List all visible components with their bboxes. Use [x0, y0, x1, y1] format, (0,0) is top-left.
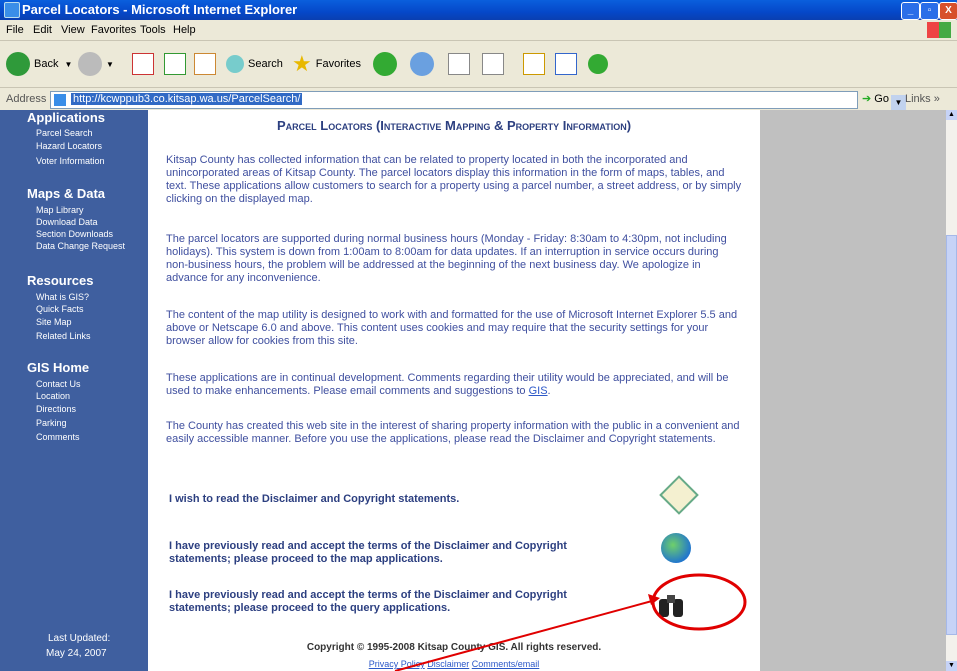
history-button[interactable] [373, 49, 397, 79]
sidebar-heading-gis-home: GIS Home [27, 360, 90, 375]
sidebar-item-directions[interactable]: Directions [36, 404, 76, 414]
messenger-icon [588, 54, 608, 74]
address-dropdown[interactable]: ▼ [891, 95, 906, 111]
sidebar-item-contact-us[interactable]: Contact Us [36, 379, 81, 389]
menu-favorites[interactable]: Favorites [91, 24, 136, 36]
go-button[interactable]: ➔ Go [862, 92, 889, 105]
window-title: Parcel Locators - Microsoft Internet Exp… [22, 2, 298, 17]
home-button[interactable] [194, 49, 216, 79]
address-bar: Address http://kcwppub3.co.kitsap.wa.us/… [0, 88, 957, 111]
sidebar-item-map-library[interactable]: Map Library [36, 205, 84, 215]
right-margin-panel [760, 110, 946, 671]
privacy-policy-link[interactable]: Privacy Policy [369, 659, 425, 669]
favorites-button[interactable]: ★ Favorites [292, 49, 361, 79]
messenger-button[interactable] [588, 49, 608, 79]
binoculars-icon[interactable] [659, 591, 683, 619]
sidebar-item-what-is-gis[interactable]: What is GIS? [36, 292, 89, 302]
forward-button[interactable]: ▼ [78, 49, 114, 79]
sidebar-item-comments[interactable]: Comments [36, 432, 80, 442]
last-updated-date: May 24, 2007 [46, 648, 107, 659]
copyright-text: Copyright © 1995-2008 Kitsap County GIS.… [306, 642, 602, 653]
ie-icon [4, 2, 20, 18]
gis-email-link[interactable]: GIS [529, 385, 548, 397]
proceed-query-applications-link[interactable]: I have previously read and accept the te… [169, 589, 619, 615]
mail-button[interactable] [410, 49, 434, 79]
support-hours-paragraph: The parcel locators are supported during… [166, 233, 727, 284]
window-title-bar[interactable]: Parcel Locators - Microsoft Internet Exp… [0, 0, 957, 20]
close-button[interactable]: X [939, 2, 957, 20]
links-button[interactable]: Links » [905, 93, 940, 105]
browser-requirements-paragraph: The content of the map utility is design… [166, 309, 738, 347]
stop-icon [132, 53, 154, 75]
sidebar-item-site-map[interactable]: Site Map [36, 317, 72, 327]
sidebar-item-download-data[interactable]: Download Data [36, 217, 98, 227]
menu-bar: File Edit View Favorites Tools Help [0, 20, 957, 41]
sidebar-item-data-change-request[interactable]: Data Change Request [36, 241, 125, 251]
address-label: Address [6, 93, 47, 105]
forward-arrow-icon [78, 52, 102, 76]
sidebar: Applications Parcel Search Hazard Locato… [0, 110, 148, 671]
read-disclaimer-link[interactable]: I wish to read the Disclaimer and Copyri… [169, 493, 459, 506]
comments-email-link[interactable]: Comments/email [472, 659, 540, 669]
word-icon [482, 53, 504, 75]
menu-file[interactable]: File [6, 24, 24, 36]
sidebar-heading-applications: Applications [27, 110, 106, 125]
scroll-up-arrow-icon[interactable]: ▲ [946, 110, 957, 120]
disclaimer-link[interactable]: Disclaimer [427, 659, 469, 669]
page-title: Parcel Locators (Interactive Mapping & P… [276, 118, 632, 133]
feedback-paragraph: These applications are in continual deve… [166, 372, 729, 397]
back-button[interactable]: Back ▼ [6, 49, 72, 79]
edit-button[interactable] [482, 49, 504, 79]
minimize-button[interactable]: _ [901, 2, 920, 20]
last-updated-label: Last Updated: [48, 633, 111, 644]
history-icon [373, 52, 397, 76]
home-icon [194, 53, 216, 75]
vertical-scrollbar[interactable]: ▲ ▼ [946, 110, 957, 671]
sidebar-item-hazard-locators[interactable]: Hazard Locators [36, 141, 102, 151]
windows-logo-icon [927, 22, 951, 38]
stop-button[interactable] [132, 49, 154, 79]
scrollbar-thumb[interactable] [946, 235, 957, 635]
search-button[interactable]: Search [226, 49, 283, 79]
globe-icon[interactable] [661, 533, 691, 563]
maximize-button[interactable]: ▫ [920, 2, 939, 20]
mail-icon [410, 52, 434, 76]
address-url[interactable]: http://kcwppub3.co.kitsap.wa.us/ParcelSe… [71, 93, 303, 105]
intro-paragraph: Kitsap County has collected information … [166, 154, 742, 205]
address-input[interactable]: http://kcwppub3.co.kitsap.wa.us/ParcelSe… [50, 91, 906, 111]
sidebar-item-section-downloads[interactable]: Section Downloads [36, 229, 113, 239]
refresh-icon [164, 53, 186, 75]
menu-edit[interactable]: Edit [33, 24, 52, 36]
sidebar-item-parcel-search[interactable]: Parcel Search [36, 128, 93, 138]
sidebar-heading-maps-data: Maps & Data [27, 186, 106, 201]
scroll-down-arrow-icon[interactable]: ▼ [946, 661, 957, 671]
printer-icon [448, 53, 470, 75]
sidebar-item-location[interactable]: Location [36, 391, 70, 401]
search-icon [226, 55, 244, 73]
back-arrow-icon [6, 52, 30, 76]
sidebar-item-voter-information[interactable]: Voter Information [36, 156, 105, 166]
proceed-map-applications-link[interactable]: I have previously read and accept the te… [169, 540, 619, 566]
main-content: Parcel Locators (Interactive Mapping & P… [148, 110, 760, 671]
menu-help[interactable]: Help [173, 24, 196, 36]
disclaimer-notice-paragraph: The County has created this web site in … [166, 420, 740, 445]
sidebar-heading-resources: Resources [27, 273, 94, 288]
research-button[interactable] [555, 49, 577, 79]
sidebar-item-related-links[interactable]: Related Links [36, 331, 91, 341]
toolbar: Back ▼ ▼ Search ★ Favorites [0, 41, 957, 88]
sidebar-item-parking[interactable]: Parking [36, 418, 67, 428]
discuss-icon [523, 53, 545, 75]
refresh-button[interactable] [164, 49, 186, 79]
research-icon [555, 53, 577, 75]
disclaimer-document-icon[interactable] [659, 475, 699, 515]
sidebar-item-quick-facts[interactable]: Quick Facts [36, 304, 84, 314]
page-icon [54, 94, 66, 106]
discuss-button[interactable] [523, 49, 545, 79]
menu-view[interactable]: View [61, 24, 85, 36]
star-icon: ★ [292, 51, 312, 76]
menu-tools[interactable]: Tools [140, 24, 166, 36]
footer-links: Privacy Policy Disclaimer Comments/email [148, 659, 760, 669]
print-button[interactable] [448, 49, 470, 79]
